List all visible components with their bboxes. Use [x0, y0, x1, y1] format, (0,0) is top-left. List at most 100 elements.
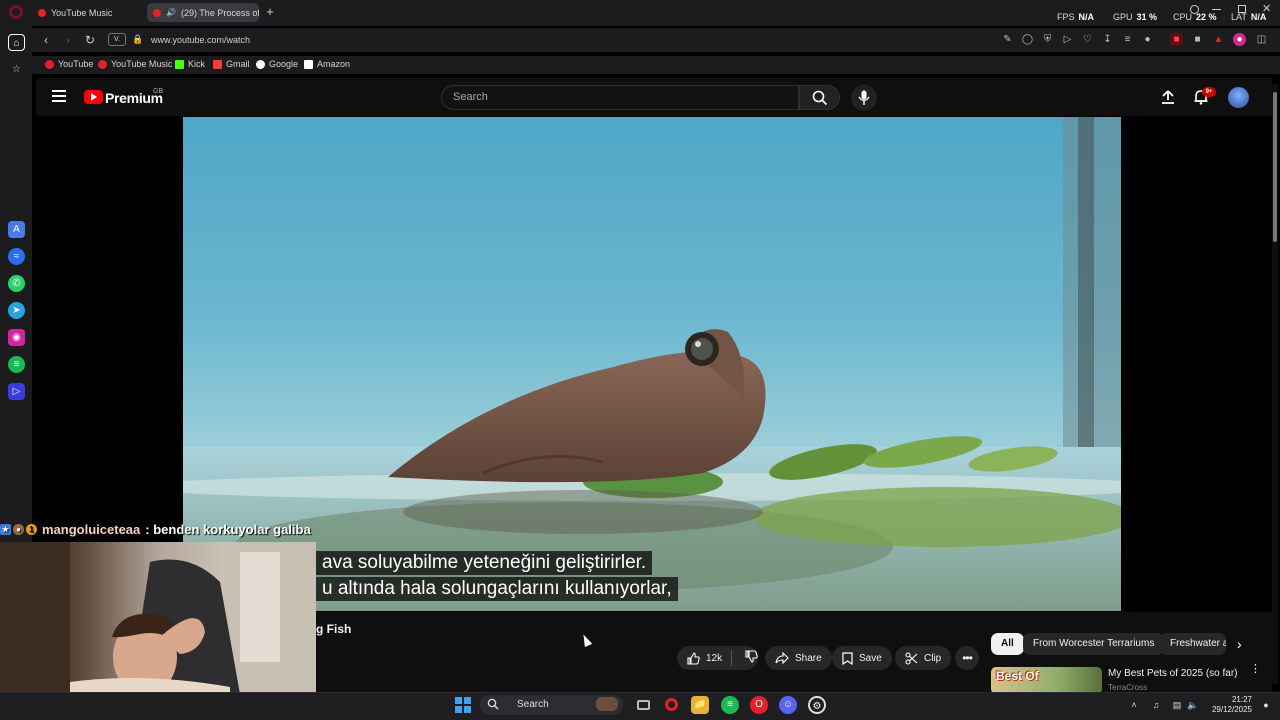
scissors-icon: [905, 651, 918, 665]
like-button[interactable]: 12k: [677, 651, 725, 665]
clip-button[interactable]: Clip: [895, 646, 952, 670]
clip-label: Clip: [924, 652, 942, 664]
aria-ai-icon[interactable]: A: [8, 221, 25, 238]
chip-all[interactable]: All: [991, 633, 1024, 655]
extension-icon[interactable]: ■: [1170, 33, 1183, 46]
divider: [731, 650, 732, 666]
bookmark-youtube-music[interactable]: YouTube Music: [98, 59, 172, 69]
kick-icon: [175, 59, 184, 69]
notification-center-icon[interactable]: ●: [1260, 699, 1272, 711]
bookmark-label: Amazon: [317, 59, 351, 69]
voice-search-button[interactable]: [851, 85, 877, 111]
bookmark-gmail[interactable]: Gmail: [213, 59, 250, 69]
opera-gx-icon[interactable]: [662, 696, 680, 714]
steam-icon[interactable]: ⚙: [808, 696, 826, 714]
heart-icon[interactable]: ♡: [1081, 33, 1094, 46]
extensions-puzzle-icon[interactable]: ◫: [1255, 33, 1268, 46]
upload-icon[interactable]: [1160, 89, 1176, 105]
share-button[interactable]: Share: [765, 646, 832, 670]
youtube-icon: [45, 59, 54, 69]
windows-logo-icon: [455, 697, 471, 713]
dislike-button[interactable]: [738, 650, 758, 666]
microphone-icon: [858, 90, 870, 105]
network-icon[interactable]: ▤: [1171, 699, 1183, 711]
extension-icon[interactable]: ■: [1191, 33, 1204, 46]
play-icon[interactable]: ▷: [1061, 33, 1074, 46]
tab-youtube-music[interactable]: YouTube Music: [32, 3, 142, 22]
shield-icon[interactable]: ⛨: [1041, 33, 1054, 46]
chip-freshwater[interactable]: Freshwater a: [1160, 633, 1226, 655]
back-button[interactable]: ‹: [38, 32, 54, 48]
messenger-icon[interactable]: ≈: [8, 248, 25, 265]
more-actions-button[interactable]: •••: [955, 646, 979, 670]
hamburger-menu-icon[interactable]: [52, 90, 66, 102]
opera-icon[interactable]: O: [750, 696, 768, 714]
search-icon: [487, 698, 499, 710]
volume-icon[interactable]: 🔈: [1187, 699, 1199, 711]
perf-value: N/A: [1078, 12, 1095, 22]
save-label: Save: [859, 652, 882, 664]
windows-start-icon[interactable]: [454, 696, 472, 714]
microphone-tray-icon[interactable]: ♫: [1150, 699, 1162, 711]
sub-badge: 1: [26, 523, 37, 535]
menu-list-icon[interactable]: ≡: [1121, 33, 1134, 46]
camera-icon[interactable]: ◯: [1021, 33, 1034, 46]
video-player[interactable]: [183, 117, 1121, 611]
youtube-search-input[interactable]: Search: [441, 85, 799, 110]
like-count: 12k: [706, 652, 723, 664]
url-field[interactable]: www.youtube.com/watch: [151, 35, 250, 45]
close-window-icon[interactable]: ✕: [1262, 2, 1271, 15]
forward-button[interactable]: ›: [60, 32, 76, 48]
country-code: GB: [153, 88, 164, 95]
spotify-icon[interactable]: ≡: [721, 696, 739, 714]
maximize-window-icon[interactable]: [1238, 5, 1246, 13]
player-icon[interactable]: ▷: [8, 383, 25, 400]
save-button[interactable]: Save: [832, 646, 892, 670]
spotify-icon[interactable]: ≡: [8, 356, 25, 373]
telegram-icon[interactable]: ➤: [8, 302, 25, 319]
bookmark-amazon[interactable]: Amazon: [304, 59, 350, 69]
extension-icon[interactable]: ●: [1233, 33, 1246, 46]
tab-active-video[interactable]: 🔊 (29) The Process of M: [147, 3, 259, 22]
star-icon[interactable]: ☆: [8, 61, 25, 78]
file-explorer-icon[interactable]: 📁: [691, 696, 709, 714]
fps-readout: FPS N/A: [1057, 12, 1094, 22]
youtube-logo-icon[interactable]: [84, 90, 103, 104]
recommended-more-icon[interactable]: ⋮: [1250, 664, 1261, 675]
chat-text: : benden korkuyolar galiba: [145, 521, 311, 537]
user-avatar[interactable]: [1228, 87, 1249, 108]
new-tab-button[interactable]: +: [263, 5, 277, 19]
search-highlight-icon: [596, 697, 618, 711]
chips-next-chevron-icon[interactable]: ›: [1237, 636, 1242, 652]
perf-label: FPS: [1057, 12, 1075, 22]
recommended-video-channel[interactable]: TerraCross: [1108, 683, 1147, 692]
window-search-icon[interactable]: [1190, 5, 1199, 14]
notification-count-badge: 9+: [1202, 87, 1216, 97]
reload-button[interactable]: ↻: [82, 32, 98, 48]
taskbar-clock[interactable]: 21:27 29/12/2025: [1210, 695, 1252, 715]
download-icon[interactable]: ↧: [1101, 33, 1114, 46]
tray-overflow-chevron-icon[interactable]: ˄: [1128, 699, 1140, 711]
search-icon: [812, 90, 828, 106]
instagram-icon[interactable]: ◉: [8, 329, 25, 346]
recommended-video-title[interactable]: My Best Pets of 2025 (so far): [1108, 668, 1238, 679]
discord-icon[interactable]: ☺: [779, 696, 797, 714]
account-icon[interactable]: ●: [1141, 33, 1154, 46]
vpn-badge[interactable]: V.: [108, 33, 126, 46]
task-view-icon[interactable]: [634, 696, 652, 714]
extension-icon[interactable]: ▲: [1212, 33, 1225, 46]
home-icon[interactable]: ⌂: [8, 34, 25, 51]
whatsapp-icon[interactable]: ✆: [8, 275, 25, 292]
gmail-icon: [213, 59, 222, 69]
share-label: Share: [795, 652, 822, 664]
opera-logo-icon[interactable]: [9, 5, 23, 19]
lock-icon[interactable]: 🔒: [132, 34, 143, 44]
bookmark-kick[interactable]: Kick: [175, 59, 205, 69]
search-button[interactable]: [799, 85, 840, 110]
bookmark-google[interactable]: Google: [256, 59, 298, 69]
chip-from-channel[interactable]: From Worcester Terrariums: [1023, 633, 1165, 655]
minimize-window-icon[interactable]: [1212, 9, 1221, 10]
bookmark-youtube[interactable]: YouTube: [45, 59, 93, 69]
edit-icon[interactable]: ✎: [1001, 33, 1014, 46]
scrollbar-thumb[interactable]: [1273, 92, 1277, 242]
